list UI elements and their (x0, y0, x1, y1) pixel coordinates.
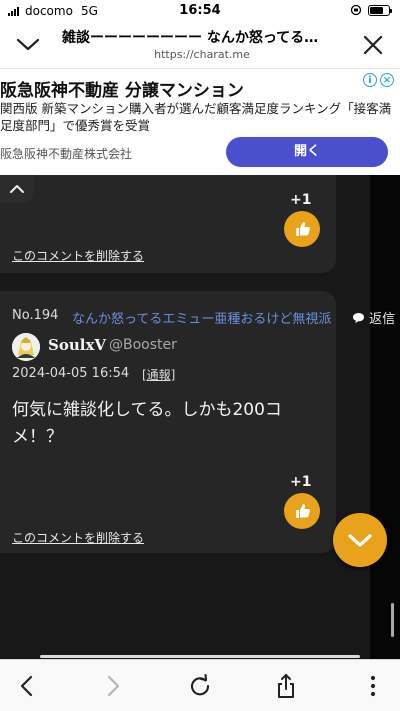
reload-button[interactable] (186, 672, 214, 700)
thread-link[interactable]: なんか怒ってるエミュー亜種おるけど無視派 (72, 308, 372, 327)
scrollbar[interactable] (391, 603, 394, 637)
thumbs-up-icon (296, 504, 310, 518)
side-gutter (370, 175, 400, 659)
horizontal-scrollbar (40, 655, 360, 658)
status-right (350, 4, 392, 16)
comment-card: No.194 なんか怒ってるエミュー亜種おるけど無視派 返信 SoulxV @B… (0, 291, 395, 553)
forward-button[interactable] (99, 672, 127, 700)
scroll-down-button[interactable] (333, 513, 387, 567)
delete-comment-link[interactable]: このコメントを削除する (12, 529, 144, 546)
ad-close-icon[interactable]: × (380, 73, 394, 87)
forward-arrow-icon (107, 675, 120, 697)
ad-description: 関西版 新築マンション購入者が選んだ顧客満足度ランキング「接客満足度部門」で優秀… (0, 101, 392, 133)
page-host: https://charat.me (154, 48, 250, 61)
browser-toolbar (0, 655, 400, 711)
chevron-up-icon (10, 185, 24, 193)
like-button[interactable] (284, 211, 320, 247)
scroll-up-button[interactable] (0, 175, 34, 203)
battery-icon (368, 4, 392, 16)
ad-title[interactable]: 阪急阪神不動産 分譲マンション (0, 76, 244, 101)
comment-card: +1 このコメントを削除する (0, 175, 336, 273)
ad-sponsor: 阪急阪神不動産株式会社 (0, 147, 133, 161)
reload-icon (190, 673, 210, 696)
status-bar: docomo 5G 16:54 (0, 0, 400, 22)
like-button[interactable] (284, 493, 320, 529)
orientation-lock-icon (350, 4, 362, 16)
chevron-down-icon (348, 534, 372, 547)
reply-label: 返信 (369, 312, 396, 327)
ad-info-icon[interactable]: i (363, 73, 377, 87)
more-vertical-icon (370, 675, 376, 697)
ad-icons: i × (363, 73, 394, 87)
delete-comment-link[interactable]: このコメントを削除する (12, 247, 144, 264)
page-title: 雑談ーーーーーーーー なんか怒ってる… (62, 30, 319, 46)
back-arrow-icon (20, 675, 33, 697)
back-button[interactable] (13, 672, 41, 700)
speech-bubble-icon (353, 313, 364, 323)
reply-button[interactable]: 返信 (352, 308, 395, 327)
collapse-chevron-icon[interactable] (14, 32, 42, 56)
share-button[interactable] (272, 672, 300, 700)
like-count: +1 (290, 474, 312, 490)
comment-feed: +1 このコメントを削除する No.194 なんか怒ってるエミュー亜種おるけど無… (0, 175, 400, 659)
status-time: 16:54 (179, 3, 221, 18)
like-count: +1 (290, 192, 312, 208)
comment-date: 2024-04-05 16:54 (12, 366, 130, 381)
ad-open-button[interactable]: 開く (226, 137, 388, 167)
comment-text: 何気に雑談化してる。しかも200コメ！？ (12, 400, 282, 447)
share-icon (278, 674, 294, 698)
browser-header: 雑談ーーーーーーーー なんか怒ってる… https://charat.me (0, 22, 400, 68)
report-link[interactable]: [通報] (142, 366, 175, 383)
user-id: @Booster (109, 337, 177, 353)
comment-number: No.194 (12, 308, 59, 323)
close-icon[interactable] (360, 32, 386, 58)
avatar[interactable] (12, 333, 40, 361)
more-menu-button[interactable] (359, 672, 387, 700)
ad-banner[interactable]: 阪急阪神不動産 分譲マンション i × 関西版 新築マンション購入者が選んだ顧客… (0, 68, 400, 175)
username: SoulxV (48, 336, 107, 354)
thumbs-up-icon (296, 222, 310, 236)
avatar-image (12, 333, 40, 361)
